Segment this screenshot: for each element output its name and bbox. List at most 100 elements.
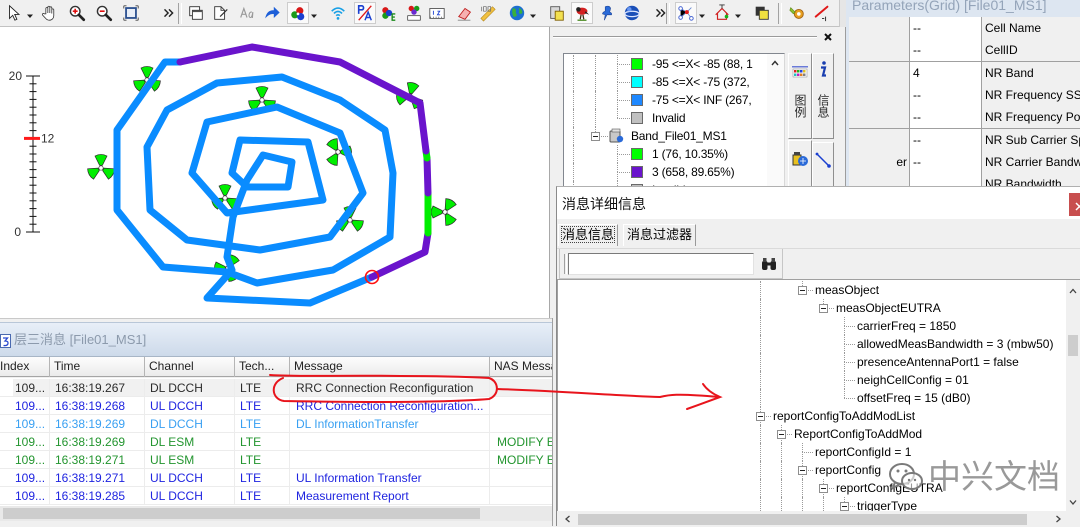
dialog-close-button[interactable] bbox=[1069, 193, 1080, 216]
pa-label-button[interactable] bbox=[354, 2, 376, 24]
legend-item-label[interactable]: Invalid bbox=[652, 109, 685, 127]
zoom-out-button[interactable] bbox=[93, 2, 115, 24]
site-label-button[interactable] bbox=[403, 2, 425, 24]
tree-node-label[interactable]: reportConfig bbox=[815, 461, 881, 479]
scroll-up-icon[interactable] bbox=[768, 56, 782, 70]
route-segment-band3[interactable] bbox=[423, 154, 432, 197]
tree-node-label[interactable]: measObject bbox=[815, 281, 879, 299]
wifi-signal-button[interactable] bbox=[327, 2, 349, 24]
collapse-toggle-icon[interactable] bbox=[798, 286, 807, 295]
tab-message-info[interactable]: 消息信息 bbox=[558, 224, 619, 246]
parrot-button[interactable] bbox=[571, 2, 593, 24]
scroll-right-icon[interactable] bbox=[1051, 512, 1065, 526]
edit-window-button[interactable] bbox=[210, 2, 232, 24]
legend-item-label[interactable]: 1 (76, 10.35%) bbox=[652, 145, 728, 163]
sector-edit-button[interactable] bbox=[378, 2, 400, 24]
tree-node-label[interactable]: measObjectEUTRA bbox=[836, 299, 941, 317]
tree-node-label[interactable]: reportConfigToAddModList bbox=[773, 407, 915, 425]
column-header-tech[interactable]: Tech... bbox=[235, 357, 290, 377]
column-header-message[interactable]: Message bbox=[290, 357, 490, 377]
zoom-in-button[interactable] bbox=[66, 2, 88, 24]
red-line-button[interactable] bbox=[811, 2, 833, 24]
scrollbar-thumb[interactable] bbox=[578, 514, 1027, 525]
map-canvas[interactable]: 20 12 0 bbox=[0, 27, 550, 318]
redo-arrow-button[interactable] bbox=[261, 2, 283, 24]
drive-route[interactable] bbox=[113, 43, 432, 307]
collapse-toggle-icon[interactable] bbox=[756, 412, 765, 421]
eraser-button[interactable] bbox=[454, 2, 476, 24]
column-header-channel[interactable]: Channel bbox=[145, 357, 235, 377]
legend-item-label[interactable]: 3 (658, 89.65%) bbox=[652, 163, 735, 181]
tree-vertical-scrollbar[interactable] bbox=[1066, 280, 1080, 511]
collapse-toggle-icon[interactable] bbox=[591, 132, 600, 141]
legend-tree[interactable]: -95 <=X< -85 (88, 1 -85 <=X< -75 (372, -75… bbox=[563, 53, 785, 186]
table-row[interactable]: 109... 16:38:19.285 UL DCCH LTE Measurement … bbox=[0, 487, 552, 505]
sector-site-button[interactable] bbox=[287, 2, 309, 24]
pointer-button[interactable] bbox=[3, 2, 25, 24]
globe-button[interactable] bbox=[506, 2, 528, 24]
scroll-down-icon[interactable] bbox=[1066, 495, 1080, 509]
graph-nodes-dropdown-button[interactable] bbox=[697, 2, 706, 24]
table-row[interactable]: 109... 16:38:19.271 UL DCCH LTE UL Informati… bbox=[0, 469, 552, 487]
tree-node-label[interactable]: neighCellConfig = 01 bbox=[857, 371, 969, 389]
tab-line-tool[interactable] bbox=[812, 142, 834, 186]
cell-site[interactable] bbox=[86, 154, 115, 180]
text-style-button[interactable] bbox=[236, 2, 258, 24]
house-antenna-dropdown-button[interactable] bbox=[733, 2, 742, 24]
table-row[interactable]: 109... 16:38:19.268 UL DCCH LTE RRC Connecti… bbox=[0, 397, 552, 415]
copy-window-button[interactable] bbox=[185, 2, 207, 24]
map-view[interactable]: 20 12 0 bbox=[0, 27, 550, 318]
tab-device-info[interactable] bbox=[788, 140, 812, 186]
tab-legend[interactable]: 图例 bbox=[788, 53, 812, 139]
column-header-index[interactable]: Index bbox=[0, 357, 50, 377]
collapse-toggle-icon[interactable] bbox=[840, 502, 849, 511]
scrollbar-thumb[interactable] bbox=[3, 508, 480, 519]
tree-node-label[interactable]: triggerType bbox=[857, 497, 917, 511]
graph-nodes-button[interactable] bbox=[675, 2, 697, 24]
collapse-toggle-icon[interactable] bbox=[819, 484, 828, 493]
column-header-time[interactable]: Time bbox=[50, 357, 145, 377]
legend-vertical-scrollbar[interactable] bbox=[767, 54, 784, 186]
table-row[interactable]: 109... 16:38:19.271 UL ESM LTE MODIFY E bbox=[0, 451, 552, 469]
legend-group-label[interactable]: Band_File01_MS1 bbox=[631, 127, 727, 145]
tab-message-filter[interactable]: 消息过滤器 bbox=[623, 224, 697, 246]
tree-node-label[interactable]: reportConfigEUTRA bbox=[836, 479, 943, 497]
toolbar-grip[interactable] bbox=[564, 254, 567, 274]
route-segment-primary[interactable] bbox=[113, 58, 397, 307]
earth-ball-button[interactable] bbox=[621, 2, 643, 24]
collapse-toggle-icon[interactable] bbox=[819, 304, 828, 313]
pan-hand-button[interactable] bbox=[38, 2, 60, 24]
find-button[interactable] bbox=[759, 255, 779, 273]
collapse-toggle-icon[interactable] bbox=[777, 430, 786, 439]
legend-item-label[interactable]: -95 <=X< -85 (88, 1 bbox=[652, 55, 753, 73]
legend-item-label[interactable]: -75 <=X< INF (267, bbox=[652, 91, 752, 109]
scroll-up-icon[interactable] bbox=[1066, 284, 1080, 298]
full-extent-button[interactable] bbox=[120, 2, 142, 24]
pointer-dropdown-button[interactable] bbox=[25, 2, 34, 24]
tree-node-label[interactable]: carrierFreq = 1850 bbox=[857, 317, 956, 335]
house-antenna-button[interactable] bbox=[711, 2, 733, 24]
scroll-left-icon[interactable] bbox=[561, 512, 575, 526]
globe-dropdown-button[interactable] bbox=[528, 2, 537, 24]
column-header-nas[interactable]: NAS Messa bbox=[490, 357, 552, 377]
legend-item-label[interactable]: -85 <=X< -75 (372, bbox=[652, 73, 750, 91]
more-chevron-button[interactable] bbox=[158, 2, 180, 24]
message-detail-tree[interactable]: measObject measObjectEUTRA carrierFreq = 1… bbox=[557, 279, 1080, 511]
tree-node-label[interactable]: reportConfigId = 1 bbox=[815, 443, 911, 461]
gear-wrench-button[interactable] bbox=[786, 2, 808, 24]
scrollbar-thumb[interactable] bbox=[1068, 335, 1078, 356]
measure-ruler-button[interactable] bbox=[477, 2, 499, 24]
collapse-toggle-icon[interactable] bbox=[798, 466, 807, 475]
tree-node-label[interactable]: allowedMeasBandwidth = 3 (mbw50) bbox=[857, 335, 1053, 353]
tab-info[interactable]: 信息 bbox=[812, 53, 834, 139]
tree-node-label[interactable]: ReportConfigToAddMod bbox=[794, 425, 922, 443]
tree-node-label[interactable]: offsetFreq = 15 (dB0) bbox=[857, 389, 971, 407]
table-row[interactable]: 109... 16:38:19.269 DL DCCH LTE DL Informati… bbox=[0, 415, 552, 433]
ruler-numbers-button[interactable] bbox=[426, 2, 448, 24]
tree-horizontal-scrollbar[interactable] bbox=[557, 511, 1066, 527]
close-icon[interactable] bbox=[821, 30, 835, 44]
sector-site-dropdown-button[interactable] bbox=[309, 2, 318, 24]
clipboard-button[interactable] bbox=[546, 2, 568, 24]
layers-button[interactable] bbox=[751, 2, 773, 24]
tree-node-label[interactable]: presenceAntennaPort1 = false bbox=[857, 353, 1019, 371]
